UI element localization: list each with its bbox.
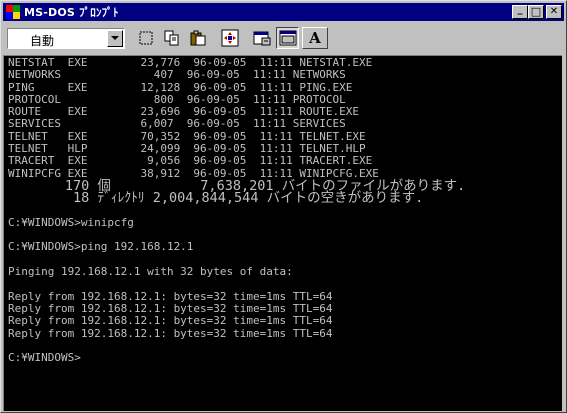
background-icon: [279, 30, 296, 46]
close-button[interactable]: ✕: [546, 5, 562, 19]
mark-button[interactable]: [134, 27, 157, 49]
console-line: NETWORKS 407 96-09-05 11:11 NETWORKS: [8, 68, 346, 82]
close-icon: ✕: [549, 6, 559, 17]
console-line: Pinging 192.168.12.1 with 32 bytes of da…: [8, 265, 293, 279]
console-line: SERVICES 6,007 96-09-05 11:11 SERVICES: [8, 117, 346, 131]
properties-button[interactable]: [250, 27, 273, 49]
console-lines: NETSTAT EXE 23,776 96-09-05 11:11 NETSTA…: [8, 56, 465, 365]
dropdown-button[interactable]: [107, 29, 123, 47]
copy-button[interactable]: [160, 27, 183, 49]
console-line: Reply from 192.168.12.1: bytes=32 time=1…: [8, 314, 333, 328]
fullscreen-button[interactable]: [218, 27, 241, 49]
background-button[interactable]: [276, 27, 299, 49]
maximize-button[interactable]: □: [528, 5, 544, 19]
copy-icon: [164, 30, 178, 46]
console-line: 18 ﾃﾞｨﾚｸﾄﾘ 2,004,844,544 バイトの空きがあります.: [8, 190, 424, 207]
msdos-app-icon[interactable]: [6, 5, 20, 19]
font-size-select[interactable]: 自動: [7, 27, 125, 49]
window-title: MS-DOS ﾌﾟﾛﾝﾌﾟﾄ: [24, 6, 119, 19]
fullscreen-icon: [221, 29, 238, 47]
console-output[interactable]: NETSTAT EXE 23,776 96-09-05 11:11 NETSTA…: [3, 55, 562, 411]
console-line: C:¥WINDOWS>ping 192.168.12.1: [8, 240, 194, 254]
paste-icon: [190, 30, 205, 46]
paste-button[interactable]: [186, 27, 209, 49]
console-line: C:¥WINDOWS>winipcfg: [8, 215, 134, 229]
font-size-value: 自動: [30, 33, 55, 48]
console-line: TRACERT EXE 9,056 96-09-05 11:11 TRACERT…: [8, 154, 373, 168]
console-line: C:¥WINDOWS>: [8, 351, 81, 365]
properties-icon: [253, 31, 270, 46]
font-button[interactable]: A: [302, 27, 328, 49]
title-bar[interactable]: MS-DOS ﾌﾟﾛﾝﾌﾟﾄ _ □ ✕: [3, 3, 564, 21]
toolbar: 自動 A: [3, 23, 564, 53]
mark-icon: [139, 31, 152, 45]
chevron-down-icon: [111, 35, 119, 40]
minimize-button[interactable]: _: [512, 5, 528, 19]
maximize-icon: □: [530, 5, 542, 18]
minimize-icon: _: [517, 4, 523, 15]
console-line: Reply from 192.168.12.1: bytes=32 time=1…: [8, 326, 333, 340]
msdos-prompt-window: MS-DOS ﾌﾟﾛﾝﾌﾟﾄ _ □ ✕ 自動 A NETSTAT EXE 23…: [0, 0, 567, 413]
